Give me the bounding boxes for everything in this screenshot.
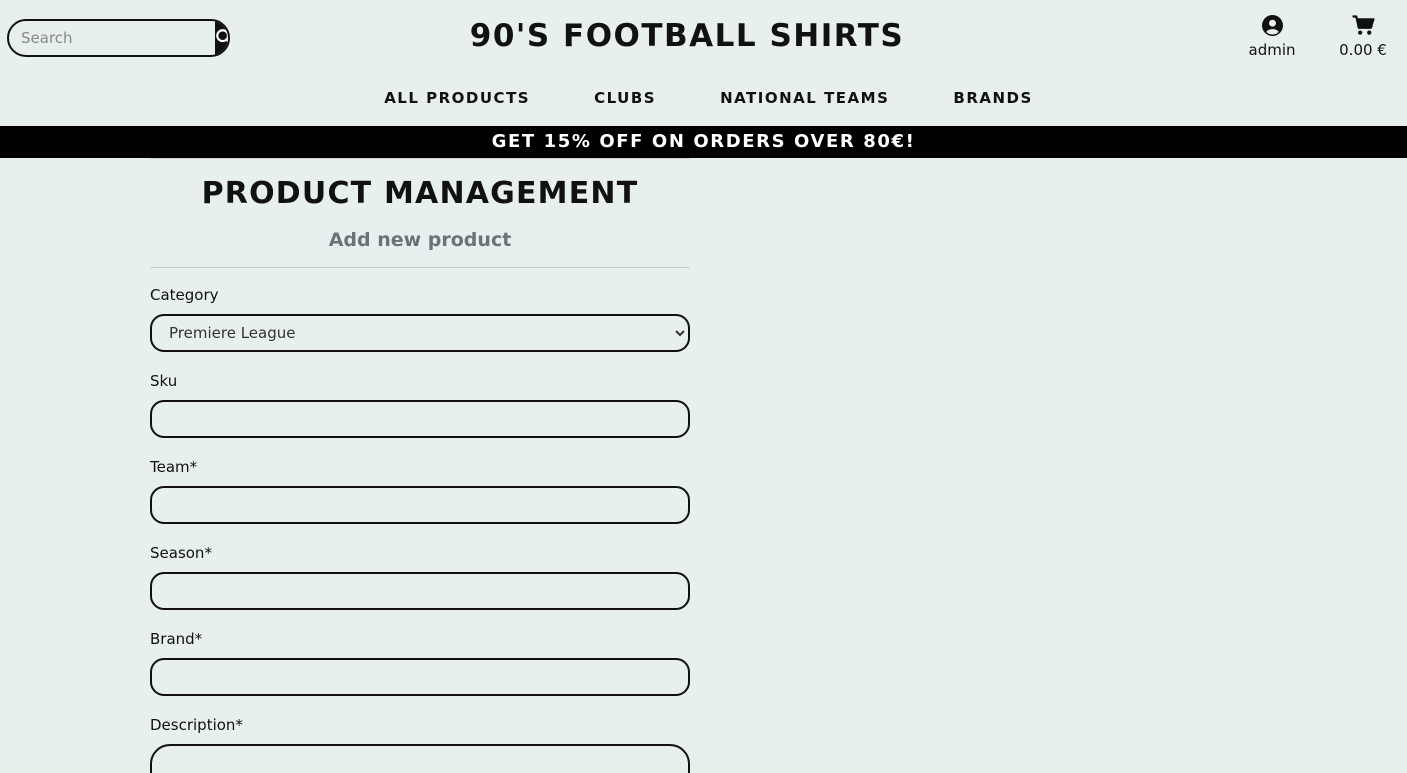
team-field-group: Team* [150, 458, 690, 524]
product-management-form: PRODUCT MANAGEMENT Add new product Categ… [150, 158, 690, 773]
user-circle-icon [1261, 14, 1283, 40]
brand-field-group: Brand* [150, 630, 690, 696]
main-nav: ALL PRODUCTS CLUBS NATIONAL TEAMS BRANDS [0, 89, 1407, 107]
form-subtitle: Add new product [150, 229, 690, 268]
season-label: Season* [150, 544, 212, 562]
promo-banner: GET 15% OFF ON ORDERS OVER 80€! [0, 126, 1407, 158]
sku-label: Sku [150, 372, 178, 390]
sku-input[interactable] [150, 400, 690, 438]
brand-input[interactable] [150, 658, 690, 696]
nav-all-products[interactable]: ALL PRODUCTS [384, 89, 530, 107]
season-field-group: Season* [150, 544, 690, 610]
cart-total: 0.00 € [1339, 41, 1387, 59]
shopping-cart-icon [1352, 14, 1375, 40]
account-link[interactable]: admin [1240, 14, 1304, 59]
team-label: Team* [150, 458, 198, 476]
season-input[interactable] [150, 572, 690, 610]
nav-brands[interactable]: BRANDS [953, 89, 1032, 107]
account-label: admin [1248, 41, 1296, 59]
page-title: PRODUCT MANAGEMENT [201, 176, 639, 211]
brand-label: Brand* [150, 630, 203, 648]
nav-national-teams[interactable]: NATIONAL TEAMS [720, 89, 889, 107]
team-input[interactable] [150, 486, 690, 524]
description-textarea[interactable] [150, 744, 690, 773]
category-select[interactable]: Premiere League [150, 314, 690, 352]
description-label: Description* [150, 716, 243, 734]
cart-link[interactable]: 0.00 € [1332, 14, 1394, 59]
sku-field-group: Sku [150, 372, 690, 438]
category-field-group: Category Premiere League [150, 286, 690, 352]
description-field-group: Description* [150, 716, 690, 773]
site-title[interactable]: 90'S FOOTBALL SHIRTS [0, 18, 1374, 54]
nav-clubs[interactable]: CLUBS [594, 89, 656, 107]
category-label: Category [150, 286, 219, 304]
